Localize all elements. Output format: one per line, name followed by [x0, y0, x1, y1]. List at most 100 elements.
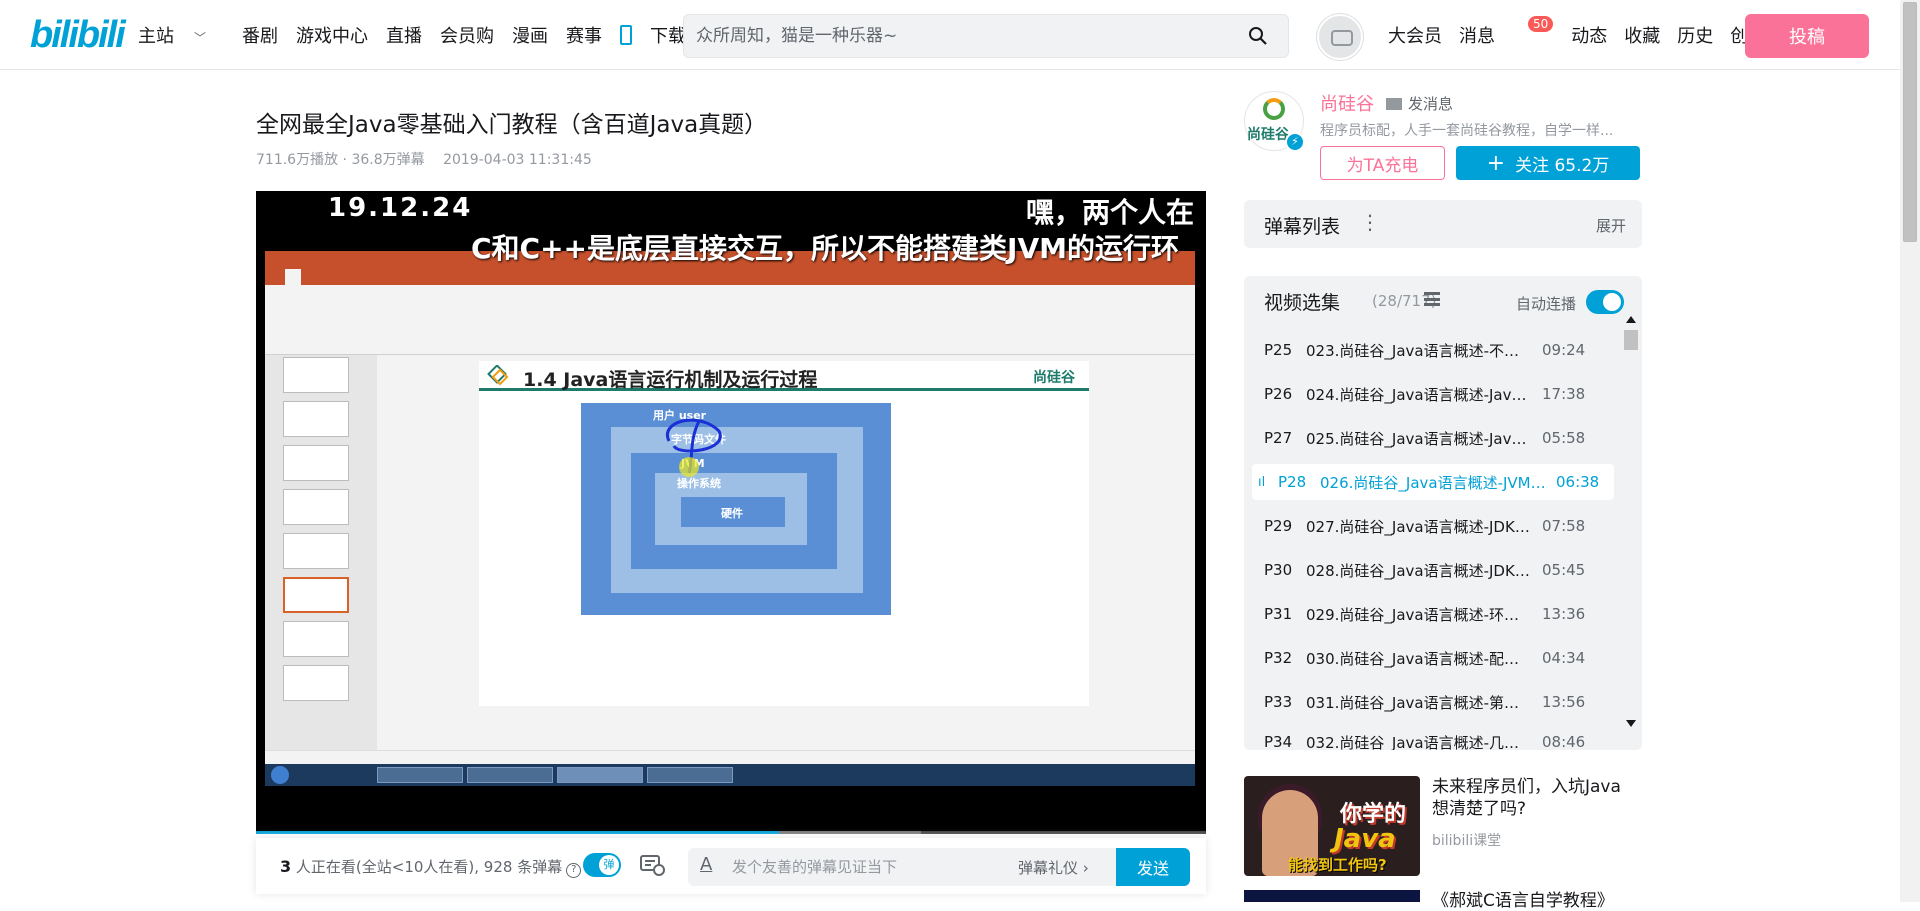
autoplay-toggle[interactable]	[1586, 290, 1624, 314]
uploader-avatar[interactable]: 尚硅谷 ⚡	[1244, 91, 1305, 152]
nav-messages-label: 消息	[1459, 26, 1495, 47]
episode-list-title: 视频选集	[1264, 292, 1341, 314]
viewer-count: 3	[280, 857, 292, 876]
follow-label: 关注 65.2万	[1515, 155, 1610, 176]
nav-messages[interactable]: 消息 50	[1459, 16, 1554, 48]
nav-main-site-label: 主站	[138, 26, 174, 47]
episode-item-current[interactable]: ıl P28 026.尚硅谷_Java语言概述-JVM与垃圾... 06:38	[1252, 464, 1614, 500]
phone-icon	[620, 25, 633, 45]
mail-icon	[1386, 98, 1402, 110]
page-scrollbar[interactable]	[1900, 0, 1920, 902]
search-box	[683, 14, 1289, 58]
scroll-up-icon[interactable]	[1626, 316, 1636, 323]
slide-header: 1.4 Java语言运行机制及运行过程 尚硅谷	[479, 361, 1089, 391]
slide-heading: 1.4 Java语言运行机制及运行过程	[523, 369, 818, 391]
help-icon[interactable]: ?	[566, 863, 582, 878]
danmaku-input-box: A 弹幕礼仪 ›	[688, 848, 1186, 886]
charge-button[interactable]: 为TA充电	[1320, 146, 1445, 180]
video-meta: 711.6万播放 · 36.8万弹幕 2019-04-03 11:31:45	[256, 149, 592, 169]
nav-favorites[interactable]: 收藏	[1624, 22, 1660, 48]
episode-title: 032.尚硅谷_Java语言概述-几个常见...	[1306, 733, 1532, 751]
danmaku-etiquette-link[interactable]: 弹幕礼仪 ›	[1018, 857, 1089, 878]
nav-shop[interactable]: 会员购	[440, 22, 494, 48]
progress-played	[256, 831, 779, 834]
episode-duration: 07:58	[1542, 517, 1586, 535]
uploader-description: 程序员标配，人手一套尚硅谷教程，自学一样...	[1320, 123, 1614, 139]
danmaku-settings-icon[interactable]	[640, 853, 666, 877]
thumb-text-line2: Java	[1334, 824, 1396, 854]
episode-title: 031.尚硅谷_Java语言概述-第一个Java...	[1306, 693, 1532, 712]
main-nav: 主站﹀ 番剧 游戏中心 直播 会员购 漫画 赛事 下载APP	[138, 22, 756, 48]
search-input[interactable]	[696, 15, 1206, 57]
episode-title: 028.尚硅谷_Java语言概述-JDK与JRE...	[1306, 561, 1532, 580]
episode-number: P31	[1264, 605, 1293, 623]
viewer-info: 3 人正在看(全站<10人在看), 928 条弹幕?	[280, 856, 582, 878]
nav-vip[interactable]: 大会员	[1388, 22, 1442, 48]
danmaku-send-bar: 3 人正在看(全站<10人在看), 928 条弹幕? 弹 A 弹幕礼仪 › 发送	[256, 838, 1206, 894]
recommend-title[interactable]: 《郝斌C语言自学教程》	[1432, 886, 1614, 911]
expand-button[interactable]: 展开	[1596, 215, 1626, 236]
uploader-name[interactable]: 尚硅谷	[1320, 90, 1374, 116]
nav-esports[interactable]: 赛事	[566, 22, 602, 48]
episode-item[interactable]: P27 025.尚硅谷_Java语言概述-Java语言的... 05:58	[1252, 420, 1614, 456]
font-style-icon[interactable]: A	[700, 854, 712, 875]
subtitle-top: 嘿，两个人在	[1026, 196, 1195, 229]
nav-history[interactable]: 历史	[1677, 22, 1713, 48]
upload-button[interactable]: 投稿	[1745, 14, 1869, 58]
chevron-down-icon: ﹀	[194, 31, 207, 45]
danmaku-toggle[interactable]: 弹	[583, 853, 621, 877]
scroll-thumb[interactable]	[1624, 330, 1638, 350]
episode-item[interactable]: P31 029.尚硅谷_Java语言概述-环境变量... 13:36	[1252, 596, 1614, 632]
episode-item[interactable]: P32 030.尚硅谷_Java语言概述-配置环境... 04:34	[1252, 640, 1614, 676]
episode-title: 027.尚硅谷_Java语言概述-JDK、JRE...	[1306, 517, 1532, 536]
nav-game-center[interactable]: 游戏中心	[296, 22, 368, 48]
send-message-link[interactable]: 发消息	[1386, 93, 1453, 114]
nav-live[interactable]: 直播	[386, 22, 422, 48]
uploader-logo-ring	[1263, 98, 1285, 120]
episode-item[interactable]: P29 027.尚硅谷_Java语言概述-JDK、JRE... 07:58	[1252, 508, 1614, 544]
ppt-status-bar	[265, 750, 1195, 764]
ppt-ribbon-tabs	[265, 269, 1195, 285]
nav-main-site[interactable]: 主站 ﹀	[138, 22, 224, 48]
recommend-title[interactable]: 未来程序员们，入坑Java想清楚了吗?	[1432, 776, 1632, 820]
top-bar: bilibili 主站﹀ 番剧 游戏中心 直播 会员购 漫画 赛事 下载APP …	[0, 0, 1900, 70]
play-count: 711.6万播放	[256, 152, 339, 168]
danmaku-input[interactable]	[732, 848, 1032, 886]
episode-item[interactable]: P25 023.尚硅谷_Java语言概述-不同编程语言的... 09:24	[1252, 332, 1614, 368]
episode-duration: 06:38	[1556, 473, 1600, 491]
episode-number: P25	[1264, 341, 1293, 359]
danmaku-toggle-knob: 弹	[599, 855, 619, 875]
episode-duration: 04:34	[1542, 649, 1586, 667]
recommend-thumbnail[interactable]	[1244, 890, 1420, 902]
nav-anime[interactable]: 番剧	[242, 22, 278, 48]
recommend-owner[interactable]: bilibili课堂	[1432, 830, 1501, 850]
episode-item[interactable]: P33 031.尚硅谷_Java语言概述-第一个Java... 13:56	[1252, 684, 1614, 720]
user-avatar[interactable]	[1317, 14, 1363, 60]
danmaku-list-title: 弹幕列表	[1264, 216, 1341, 238]
episode-item[interactable]: P30 028.尚硅谷_Java语言概述-JDK与JRE... 05:45	[1252, 552, 1614, 588]
bilibili-logo[interactable]: bilibili	[30, 14, 126, 57]
ppt-slide-thumbnails	[265, 355, 377, 750]
list-view-icon[interactable]	[1424, 292, 1440, 306]
episode-item[interactable]: P34 032.尚硅谷_Java语言概述-几个常见... 08:46	[1252, 724, 1614, 750]
episode-list-scrollbar[interactable]	[1622, 316, 1638, 727]
episode-duration: 05:58	[1542, 429, 1586, 447]
video-player[interactable]: 1.4 Java语言运行机制及运行过程 尚硅谷 用户 user 字节码文件 JV…	[256, 191, 1206, 834]
search-button[interactable]	[1230, 17, 1286, 55]
recommend-thumbnail[interactable]: 你学的 Java 能找到工作吗?	[1244, 776, 1420, 876]
episode-item[interactable]: P26 024.尚硅谷_Java语言概述-Java语言的... 17:38	[1252, 376, 1614, 412]
episode-number: P33	[1264, 693, 1293, 711]
scroll-down-icon[interactable]	[1626, 720, 1636, 727]
episode-number: P28	[1278, 473, 1307, 491]
episode-duration: 08:46	[1542, 733, 1586, 750]
danmaku-list-panel[interactable]: 弹幕列表 ⋮ 展开	[1244, 200, 1642, 248]
send-message-label: 发消息	[1408, 95, 1454, 113]
follow-button[interactable]: + 关注 65.2万	[1456, 146, 1640, 180]
send-danmaku-button[interactable]: 发送	[1116, 848, 1190, 886]
page-scroll-thumb[interactable]	[1903, 2, 1917, 242]
more-dots-icon[interactable]: ⋮	[1360, 210, 1380, 234]
video-progress-bar[interactable]	[256, 831, 1206, 834]
nav-dynamic[interactable]: 动态	[1571, 22, 1607, 48]
danmaku-count: 36.8万弹幕	[351, 152, 425, 168]
nav-manga[interactable]: 漫画	[512, 22, 548, 48]
